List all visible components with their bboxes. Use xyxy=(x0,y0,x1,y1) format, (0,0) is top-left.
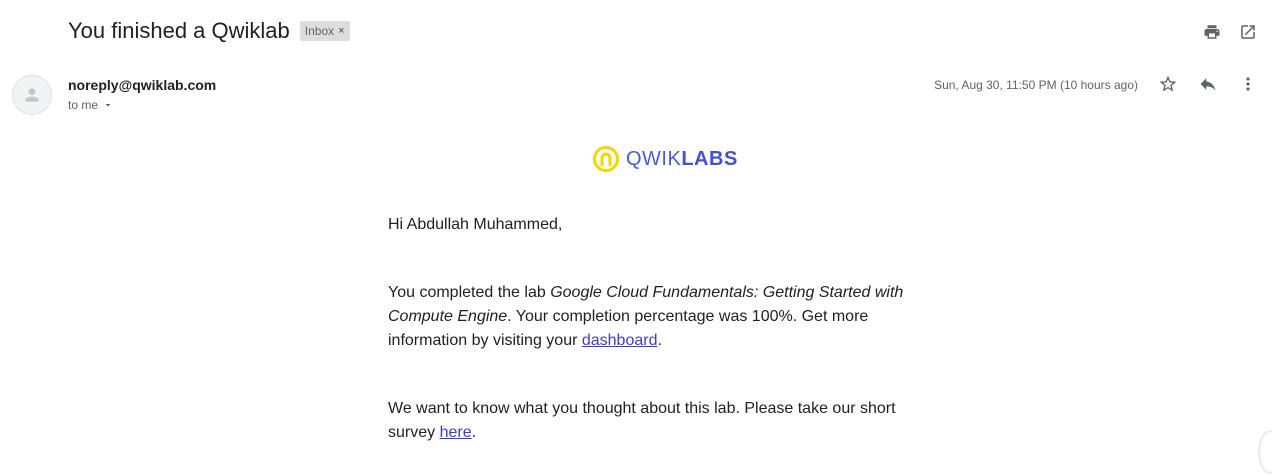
logo-wordmark: QWIKLABS xyxy=(626,145,738,173)
sender-address[interactable]: noreply@qwiklab.com xyxy=(68,77,216,93)
star-icon[interactable] xyxy=(1158,74,1178,94)
caret-down-icon xyxy=(105,104,111,107)
completion-paragraph: You completed the lab Google Cloud Funda… xyxy=(388,281,908,353)
email-timestamp: Sun, Aug 30, 11:50 PM (10 hours ago) xyxy=(934,78,1138,92)
survey-paragraph: We want to know what you thought about t… xyxy=(388,397,908,445)
survey-link[interactable]: here xyxy=(440,424,472,441)
logo-text-bold: LABS xyxy=(681,148,738,170)
email-view: You finished a Qwiklab Inbox × noreply@q… xyxy=(0,0,1272,476)
p1-text-end: . xyxy=(657,332,662,349)
open-in-new-icon[interactable] xyxy=(1238,22,1258,42)
print-icon[interactable] xyxy=(1202,22,1222,42)
person-icon xyxy=(25,88,39,102)
message-actions xyxy=(1158,74,1258,94)
qwiklabs-logo-icon xyxy=(593,146,619,172)
recipient-details-toggle[interactable]: to me xyxy=(68,98,114,112)
more-vert-icon[interactable] xyxy=(1238,74,1258,94)
subject-row: You finished a Qwiklab Inbox × xyxy=(68,18,350,44)
recipient-text: to me xyxy=(68,98,99,112)
logo-text-light: QWIK xyxy=(626,148,682,170)
dashboard-link[interactable]: dashboard xyxy=(582,332,658,349)
p2-text-end: . xyxy=(471,424,477,441)
p1-text-start: You completed the lab xyxy=(388,284,551,301)
sender-avatar[interactable] xyxy=(12,75,52,115)
remove-label-icon[interactable]: × xyxy=(338,23,344,39)
label-text: Inbox xyxy=(304,24,335,38)
qwiklabs-logo: QWIKLABS xyxy=(592,145,738,173)
reply-icon[interactable] xyxy=(1198,74,1218,94)
inbox-label-chip[interactable]: Inbox × xyxy=(299,21,350,41)
email-subject: You finished a Qwiklab xyxy=(68,18,290,43)
greeting: Hi Abdullah Muhammed, xyxy=(388,216,563,233)
side-panel-toggle[interactable] xyxy=(1260,432,1272,472)
top-actions xyxy=(1202,22,1258,42)
